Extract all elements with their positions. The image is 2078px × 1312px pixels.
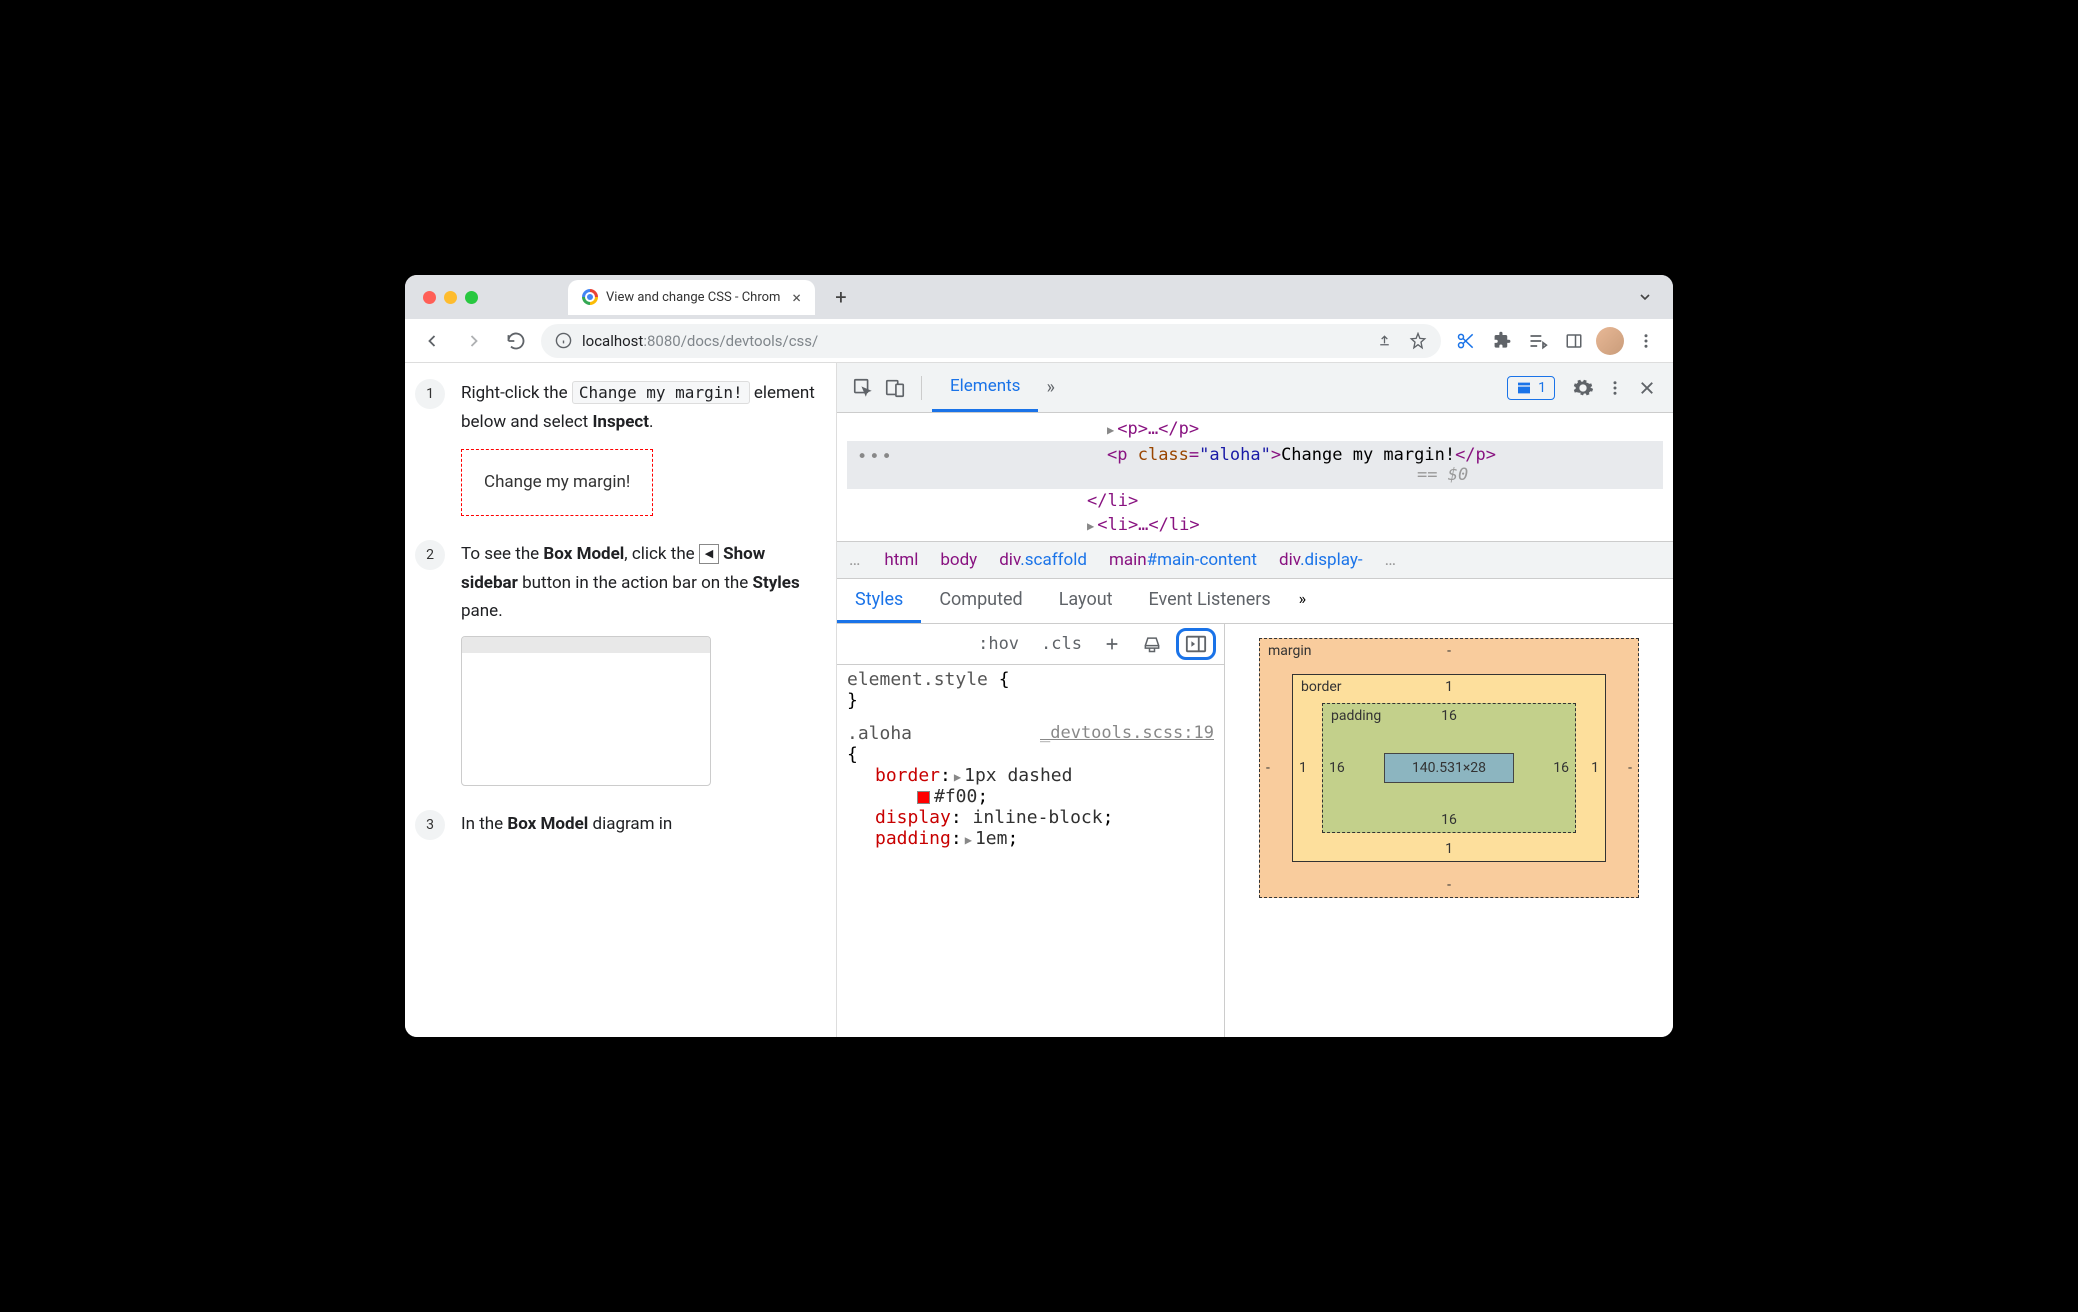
step-2: 2 To see the Box Model, click the ◀ Show…: [415, 540, 816, 787]
settings-gear-icon[interactable]: [1567, 372, 1599, 404]
toolbar-right: [1449, 324, 1663, 358]
step-num-2: 2: [415, 540, 445, 570]
back-button[interactable]: [415, 324, 449, 358]
crumb-overflow-right[interactable]: …: [1385, 550, 1398, 570]
close-window-button[interactable]: [423, 291, 436, 304]
box-model-content[interactable]: 140.531×28: [1384, 753, 1514, 783]
reload-button[interactable]: [499, 324, 533, 358]
more-tabs-chevron-icon[interactable]: »: [1046, 377, 1054, 398]
box-model-border[interactable]: border 1 1 1 1 padding 16 16 16 16: [1292, 674, 1606, 862]
show-sidebar-kbd-icon: ◀: [699, 544, 719, 564]
dom-ellipsis-icon[interactable]: •••: [857, 447, 894, 467]
profile-avatar[interactable]: [1593, 324, 1627, 358]
extensions-icon[interactable]: [1485, 324, 1519, 358]
demo-element[interactable]: Change my margin!: [461, 449, 653, 516]
step-3-body: In the Box Model diagram in: [461, 810, 672, 840]
hov-button[interactable]: :hov: [970, 630, 1027, 658]
tab-event-listeners[interactable]: Event Listeners: [1131, 579, 1289, 623]
box-model-padding[interactable]: padding 16 16 16 16 140.531×28: [1322, 703, 1576, 833]
tab-computed[interactable]: Computed: [921, 579, 1040, 623]
rule-source-link[interactable]: _devtools.scss:19: [1040, 723, 1214, 744]
forward-button[interactable]: [457, 324, 491, 358]
step-num-1: 1: [415, 379, 445, 409]
crumb-div-scaffold[interactable]: div.scaffold: [999, 550, 1087, 570]
crumb-body[interactable]: body: [940, 550, 977, 570]
inspect-element-icon[interactable]: [847, 372, 879, 404]
device-toggle-icon[interactable]: [879, 372, 911, 404]
issues-badge[interactable]: 1: [1507, 376, 1555, 400]
scissors-icon[interactable]: [1449, 324, 1483, 358]
show-sidebar-button[interactable]: [1176, 628, 1216, 660]
browser-window: View and change CSS - Chrom × + localhos…: [405, 275, 1673, 1037]
tab-strip: View and change CSS - Chrom × +: [568, 280, 1663, 315]
crumb-html[interactable]: html: [884, 550, 918, 570]
crumb-div-display[interactable]: div.display-: [1279, 550, 1363, 570]
selected-dom-node[interactable]: ••• <p class="aloha">Change my margin!</…: [847, 441, 1663, 489]
step-1-body: Right-click the Change my margin! elemen…: [461, 379, 816, 516]
styles-tabs: Styles Computed Layout Event Listeners »: [837, 579, 1673, 624]
site-info-icon[interactable]: [555, 332, 572, 349]
screenshot-thumbnail: [461, 636, 711, 786]
content-area: 1 Right-click the Change my margin! elem…: [405, 363, 1673, 1037]
tab-layout[interactable]: Layout: [1041, 579, 1131, 623]
browser-toolbar: localhost:8080/docs/devtools/css/: [405, 319, 1673, 363]
box-model-diagram[interactable]: margin - - - - border 1 1 1 1 padding: [1225, 624, 1673, 1037]
share-icon[interactable]: [1376, 332, 1393, 349]
side-panel-icon[interactable]: [1557, 324, 1591, 358]
tabs-dropdown-button[interactable]: [1637, 289, 1653, 305]
breadcrumb: … html body div.scaffold main#main-conte…: [837, 541, 1673, 579]
devtools-panel: Elements » 1 ▶<p>…</p> ••• <p class="alo…: [837, 363, 1673, 1037]
url-text: localhost:8080/docs/devtools/css/: [582, 332, 818, 350]
step-num-3: 3: [415, 810, 445, 840]
traffic-lights: [423, 291, 478, 304]
paint-brush-icon[interactable]: [1134, 630, 1170, 658]
close-tab-button[interactable]: ×: [792, 288, 801, 307]
styles-rules-panel: :hov .cls element.style { } .aloha _devt…: [837, 624, 1225, 1037]
styles-body: :hov .cls element.style { } .aloha _devt…: [837, 624, 1673, 1037]
minimize-window-button[interactable]: [444, 291, 457, 304]
crumb-overflow-left[interactable]: …: [849, 550, 862, 570]
page-content: 1 Right-click the Change my margin! elem…: [405, 363, 837, 1037]
new-style-rule-icon[interactable]: [1096, 632, 1128, 656]
box-model-margin[interactable]: margin - - - - border 1 1 1 1 padding: [1259, 638, 1639, 898]
browser-menu-button[interactable]: [1629, 324, 1663, 358]
styles-filter-input[interactable]: [845, 635, 964, 653]
step-1: 1 Right-click the Change my margin! elem…: [415, 379, 816, 516]
omnibox[interactable]: localhost:8080/docs/devtools/css/: [541, 324, 1441, 358]
code-inline: Change my margin!: [572, 381, 750, 404]
styles-filter-row: :hov .cls: [837, 624, 1224, 665]
browser-tab[interactable]: View and change CSS - Chrom ×: [568, 280, 815, 315]
crumb-main[interactable]: main#main-content: [1109, 550, 1257, 570]
bookmark-icon[interactable]: [1409, 332, 1427, 350]
devtools-header: Elements » 1: [837, 363, 1673, 413]
maximize-window-button[interactable]: [465, 291, 478, 304]
tab-styles[interactable]: Styles: [837, 579, 921, 623]
step-3: 3 In the Box Model diagram in: [415, 810, 816, 840]
cls-button[interactable]: .cls: [1033, 630, 1090, 658]
chrome-favicon-icon: [582, 289, 598, 305]
tab-elements[interactable]: Elements: [932, 363, 1038, 412]
more-styles-tabs-icon[interactable]: »: [1289, 579, 1317, 623]
tab-title: View and change CSS - Chrom: [606, 290, 780, 305]
step-2-body: To see the Box Model, click the ◀ Show s…: [461, 540, 816, 787]
new-tab-button[interactable]: +: [827, 283, 855, 311]
elements-dom-tree[interactable]: ▶<p>…</p> ••• <p class="aloha">Change my…: [837, 413, 1673, 541]
playlist-icon[interactable]: [1521, 324, 1555, 358]
titlebar: View and change CSS - Chrom × +: [405, 275, 1673, 319]
css-rules[interactable]: element.style { } .aloha _devtools.scss:…: [837, 665, 1224, 853]
devtools-menu-icon[interactable]: [1599, 372, 1631, 404]
close-devtools-icon[interactable]: [1631, 372, 1663, 404]
color-swatch-icon[interactable]: [917, 791, 930, 804]
